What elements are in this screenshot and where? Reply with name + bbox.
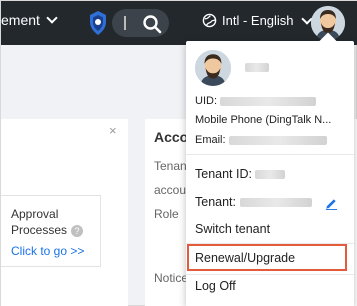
language-label: Intl - English [222,13,294,28]
tenant-id-label: Tenant ID: [195,167,252,181]
language-switcher[interactable]: Intl - English [202,12,313,28]
dropdown-avatar [195,50,231,86]
menu-item-switch-tenant[interactable]: Switch tenant [195,222,270,236]
tenant-id-value-redacted [255,170,286,180]
uid-row: UID: [195,95,317,107]
user-dropdown-menu: UID: Mobile Phone (DingTalk N... Email: … [186,32,354,306]
account-row-role: Role [154,207,179,221]
close-icon[interactable]: × [109,123,117,138]
uid-value-redacted [220,96,317,106]
search-icon[interactable] [142,14,162,34]
user-name-redacted [245,63,269,72]
edit-icon[interactable] [325,197,338,210]
menu-divider [186,154,354,155]
help-icon[interactable]: ? [71,225,84,237]
nav-menu-management[interactable]: ement [1,12,58,28]
tenant-row: Tenant: [195,195,312,209]
email-label: Email: [195,134,226,146]
account-row-tenant: Tenan [154,159,187,173]
top-navigation-bar: ement Intl - English [1,1,357,45]
account-row-account: accou [154,183,187,197]
menu-item-renewal-upgrade[interactable]: Renewal/Upgrade [195,251,295,265]
approval-click-to-go-link[interactable]: Click to go >> [11,244,100,258]
avatar-icon [195,50,231,86]
email-row: Email: [195,134,327,146]
approval-processes-card: Approval Processes? Click to go >> [1,195,101,267]
approval-title-text: Processes [11,223,68,237]
approval-title-line-1: Approval [11,207,59,221]
security-badge-icon[interactable] [88,10,108,36]
tenant-value-redacted [239,198,312,208]
mobile-phone-row: Mobile Phone (DingTalk N... [195,114,332,126]
tenant-label: Tenant: [195,195,237,209]
account-panel-title: Acco [154,129,189,145]
tenant-id-row: Tenant ID: [195,167,286,181]
approval-title-line-2: Processes? [11,222,100,238]
search-input-cursor [124,16,126,30]
nav-menu-label: ement [1,12,40,28]
email-value-redacted [228,135,327,145]
uid-label: UID: [195,95,217,107]
account-row-notice: Notice [154,271,189,285]
menu-divider [186,274,354,275]
left-panel: × Approval Processes? Click to go >> [1,119,128,306]
globe-icon [202,13,217,28]
menu-item-log-off[interactable]: Log Off [195,279,236,293]
search-box[interactable] [112,9,169,37]
chevron-down-icon [46,12,58,24]
